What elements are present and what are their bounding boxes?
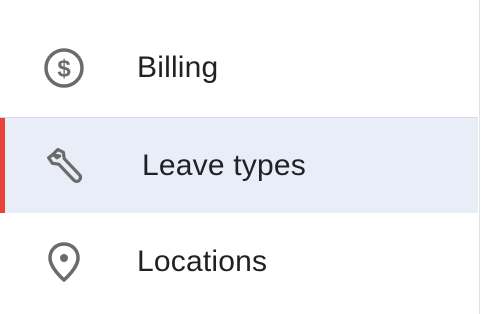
sidebar-item-billing[interactable]: $ Billing: [0, 20, 478, 116]
sidebar-nav: $ Billing Leave types Locations: [0, 0, 482, 314]
dollar-circle-icon: $: [42, 46, 86, 90]
sidebar-item-label: Locations: [137, 245, 268, 278]
sidebar-item-locations[interactable]: Locations: [0, 214, 478, 310]
sidebar-divider: [479, 0, 480, 314]
sidebar-item-label: Leave types: [142, 148, 306, 182]
sidebar-item-leave-types[interactable]: Leave types: [0, 117, 478, 213]
wrench-icon: [45, 144, 89, 188]
sidebar-item-label: Billing: [137, 51, 219, 84]
active-indicator: [0, 118, 5, 213]
location-pin-icon: [42, 240, 86, 284]
svg-text:$: $: [57, 56, 71, 83]
